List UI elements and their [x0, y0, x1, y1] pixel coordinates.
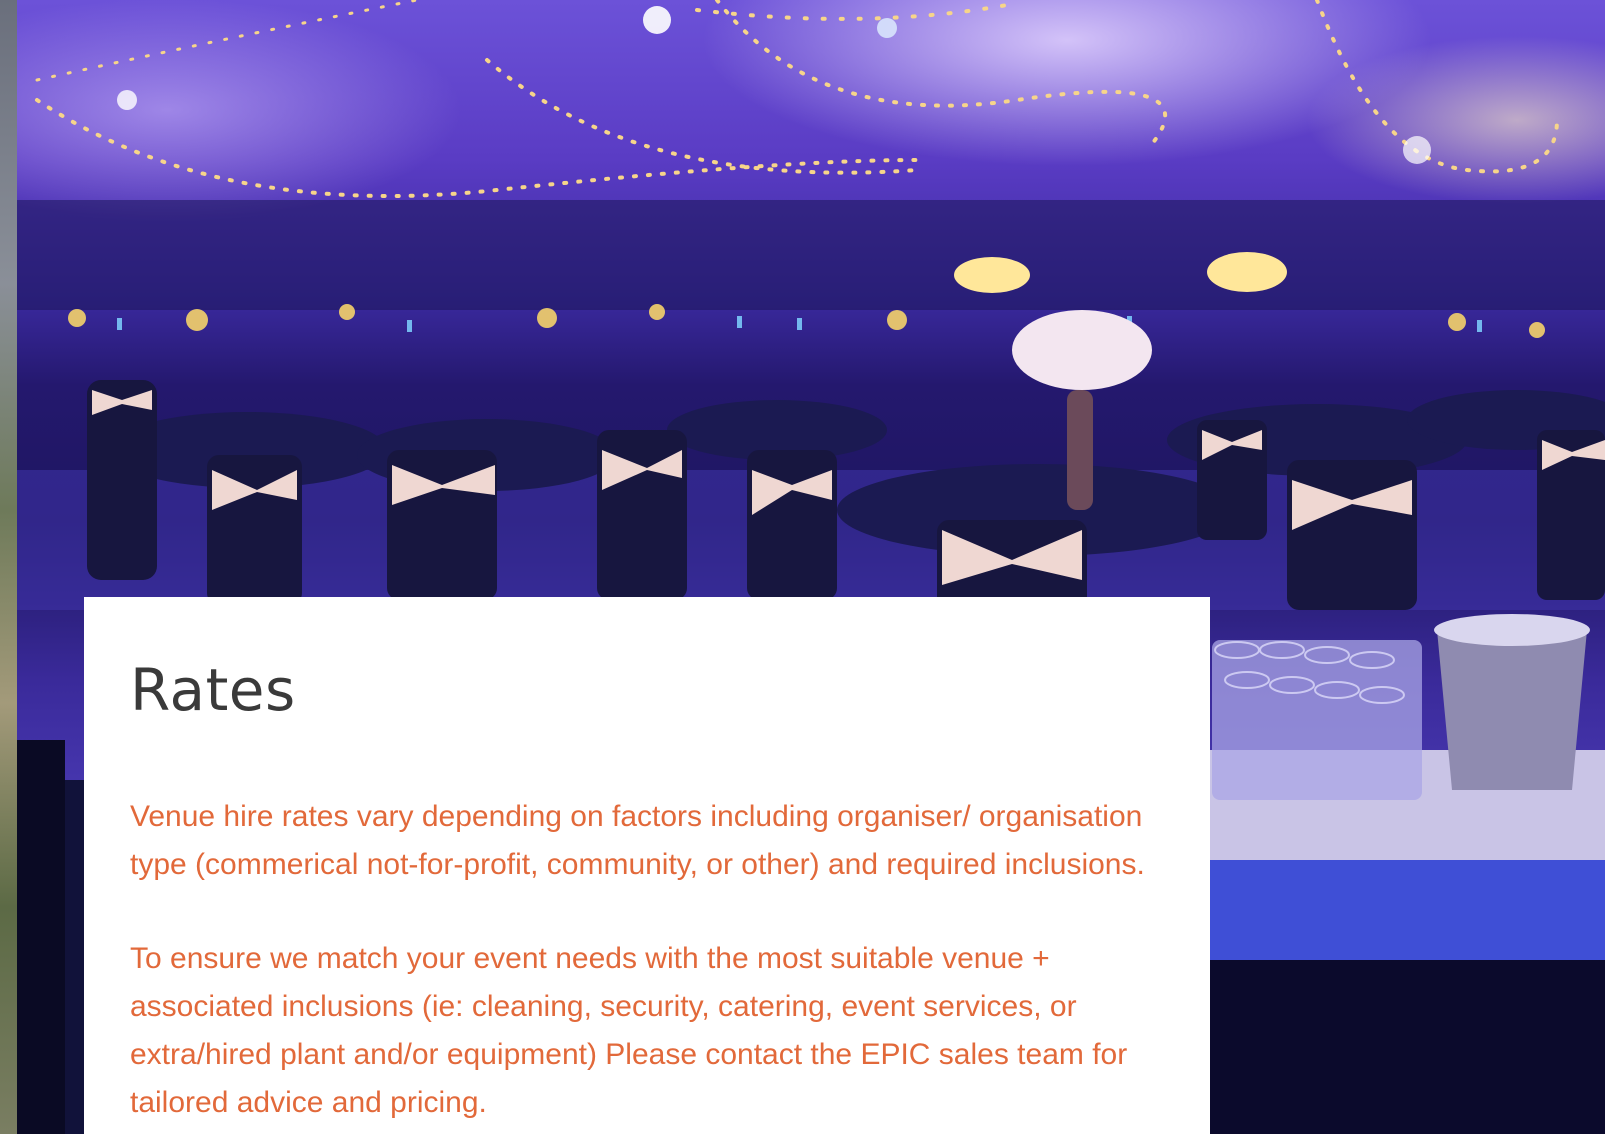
side-landscape-strip	[0, 0, 17, 1134]
rates-paragraph-1: Venue hire rates vary depending on facto…	[130, 800, 1145, 881]
rates-paragraph-2: To ensure we match your event needs with…	[130, 942, 1128, 1119]
rates-card: Rates Venue hire rates vary depending on…	[84, 597, 1210, 1134]
rates-heading: Rates	[130, 656, 296, 724]
